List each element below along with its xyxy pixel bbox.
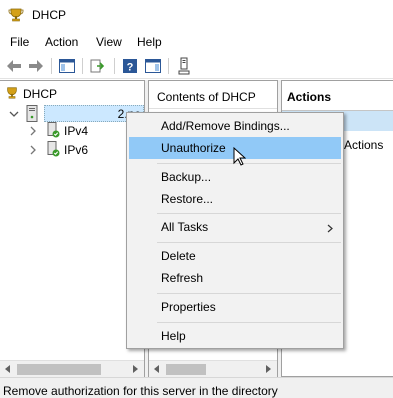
ipv6-scope-icon [46,140,60,160]
tree-item-label: DHCP [23,87,58,101]
menu-separator [157,322,341,323]
contents-column-header[interactable]: Contents of DHCP [149,81,277,109]
svg-text:?: ? [127,62,134,74]
show-hide-action-pane-icon[interactable] [143,56,163,76]
menu-item-all-tasks[interactable]: All Tasks [129,216,341,238]
chevron-down-icon[interactable] [9,109,19,119]
server-icon [26,105,38,125]
menu-separator [157,293,341,294]
export-list-icon[interactable] [88,56,108,76]
title-bar: DHCP [0,0,393,31]
menu-item-delete[interactable]: Delete [129,245,341,267]
menu-action[interactable]: Action [45,35,78,49]
status-bar: Remove authorization for this server in … [0,377,393,398]
toolbar-separator [168,58,169,74]
console-tree-pane: DHCP 2.ne IPv4 IPv6 [0,80,145,377]
tree-item-dhcp[interactable]: DHCP [5,85,57,103]
contents-header-label: Contents of DHCP [157,90,256,104]
show-hide-console-tree-icon[interactable] [57,56,77,76]
tree-item-ipv6[interactable]: IPv6 [46,140,89,160]
chevron-right-icon [327,222,333,236]
tree-item-label: IPv6 [64,143,89,157]
actions-header-label: Actions [287,90,332,104]
status-text: Remove authorization for this server in … [3,384,278,398]
dhcp-trophy-icon [8,7,24,26]
actions-header: Actions [282,81,393,111]
scrollbar-thumb[interactable] [166,364,206,375]
toolbar-separator [51,58,52,74]
menu-item-help[interactable]: Help [129,325,341,347]
forward-arrow-icon[interactable] [26,56,46,76]
chevron-right-icon[interactable] [28,126,38,136]
horizontal-scrollbar[interactable] [0,360,144,377]
tree-item-ipv4[interactable]: IPv4 [46,121,89,141]
toolbar-separator [82,58,83,74]
scroll-right-icon[interactable] [131,365,139,373]
scroll-left-icon[interactable] [4,365,12,373]
menu-help[interactable]: Help [137,35,162,49]
chevron-right-icon[interactable] [28,145,38,155]
toolbar: ? [0,52,393,79]
menu-item-restore[interactable]: Restore... [129,188,341,210]
window-title: DHCP [32,8,67,22]
horizontal-scrollbar[interactable] [149,360,277,377]
menu-file[interactable]: File [10,35,29,49]
menu-separator [157,163,341,164]
menu-item-add-remove-bindings[interactable]: Add/Remove Bindings... [129,115,341,137]
menu-separator [157,213,341,214]
menu-item-refresh[interactable]: Refresh [129,267,341,289]
menu-item-properties[interactable]: Properties [129,296,341,318]
tree-item-label: IPv4 [64,124,89,138]
scrollbar-thumb[interactable] [17,364,101,375]
more-actions-link[interactable]: Actions [344,138,383,152]
help-icon[interactable]: ? [120,56,140,76]
scroll-left-icon[interactable] [153,365,161,373]
menu-separator [157,242,341,243]
back-arrow-icon[interactable] [4,56,24,76]
dhcp-trophy-icon [5,86,19,103]
authorize-server-icon[interactable] [174,56,194,76]
menu-view[interactable]: View [96,35,122,49]
toolbar-separator [114,58,115,74]
mouse-pointer-icon [233,146,247,170]
menu-bar: File Action View Help [0,31,393,52]
scroll-right-icon[interactable] [264,365,272,373]
ipv4-scope-icon [46,121,60,141]
